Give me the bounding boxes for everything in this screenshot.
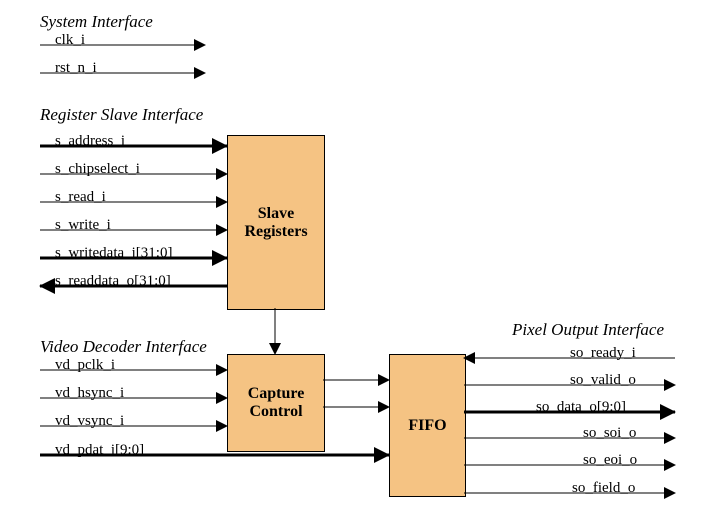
signal-vd-pclk: vd_pclk_i — [55, 357, 115, 374]
signal-s-cs: s_chipselect_i — [55, 161, 140, 178]
block-capture-control: Capture Control — [227, 354, 325, 452]
block-fifo: FIFO — [389, 354, 466, 497]
signal-clk: clk_i — [55, 32, 85, 49]
signal-so-field: so_field_o — [572, 480, 635, 497]
signal-rst: rst_n_i — [55, 60, 97, 77]
block-slave-registers: Slave Registers — [227, 135, 325, 310]
signal-s-wdata: s_writedata_i[31:0] — [55, 245, 172, 262]
section-title-vdec: Video Decoder Interface — [40, 337, 207, 357]
signal-so-ready: so_ready_i — [570, 345, 636, 362]
signal-vd-pdat: vd_pdat_i[9:0] — [55, 442, 144, 459]
signal-s-write: s_write_i — [55, 217, 111, 234]
section-title-pixout: Pixel Output Interface — [512, 320, 664, 340]
signal-vd-hsync: vd_hsync_i — [55, 385, 124, 402]
signal-so-eoi: so_eoi_o — [583, 452, 637, 469]
signal-so-soi: so_soi_o — [583, 425, 636, 442]
signal-s-addr: s_address_i — [55, 133, 125, 150]
signal-s-read: s_read_i — [55, 189, 106, 206]
diagram-canvas: { "sections": { "system": { "title": "Sy… — [0, 0, 706, 528]
section-title-regslave: Register Slave Interface — [40, 105, 203, 125]
signal-so-valid: so_valid_o — [570, 372, 636, 389]
signal-s-rdata: s_readdata_o[31:0] — [55, 273, 171, 290]
signal-vd-vsync: vd_vsync_i — [55, 413, 124, 430]
section-title-system: System Interface — [40, 12, 153, 32]
signal-so-data: so_data_o[9:0] — [536, 399, 626, 416]
